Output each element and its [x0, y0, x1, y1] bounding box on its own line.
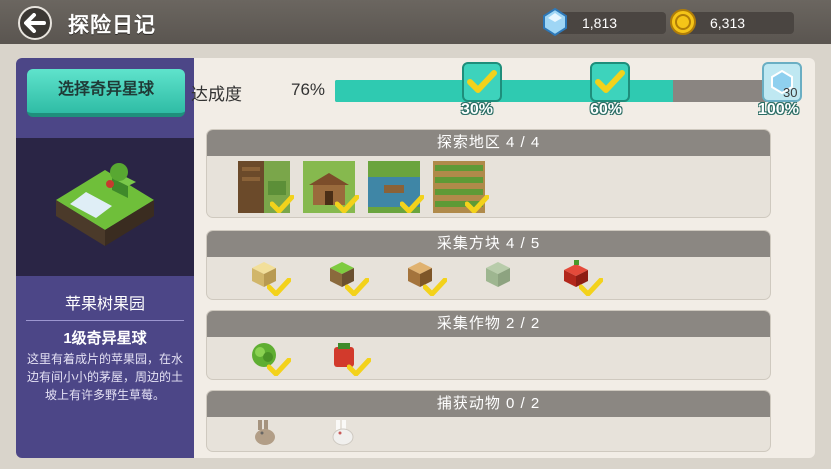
top-bar: 探险日记 1,813 6,313 [0, 0, 831, 44]
select-planet-button[interactable]: 选择奇异星球 [27, 69, 185, 117]
check-icon [595, 70, 625, 93]
progress-bar [335, 80, 780, 102]
milestone-60[interactable] [590, 62, 630, 102]
section-title: 采集作物 2 / 2 [207, 311, 770, 337]
planet-name: 苹果树果园 [64, 296, 145, 313]
check-icon [270, 195, 294, 213]
section-title: 探索地区 4 / 4 [207, 130, 770, 156]
check-icon [579, 278, 603, 296]
milestone-100-reward-count: 30 [783, 85, 798, 100]
progress-label: 达成度 [191, 85, 242, 104]
progress-value: 76% [291, 80, 326, 99]
milestone-60-label: 60% [590, 101, 623, 118]
coin-count: 6,313 [710, 15, 746, 31]
section-title: 捕获动物 0 / 2 [207, 391, 770, 417]
coin-counter: 6,313 [670, 9, 794, 35]
check-icon [267, 358, 291, 376]
planet-level: 1级奇异星球 [63, 330, 147, 347]
milestone-100-label: 100% [758, 101, 799, 118]
coin-icon [670, 9, 696, 35]
diamond-count: 1,813 [582, 15, 618, 31]
back-button[interactable] [18, 6, 52, 40]
moss-block-item[interactable] [484, 260, 512, 293]
check-icon [335, 195, 359, 213]
check-icon [467, 70, 497, 93]
check-icon [423, 278, 447, 296]
check-icon [345, 278, 369, 296]
planet-island-icon [56, 163, 154, 246]
white-rabbit-item[interactable] [328, 418, 358, 453]
planet-sidebar: 选择奇异星球 苹果树果园 1级奇异星球 这里有着成片的苹果园，在水边有间小小的茅… [16, 58, 194, 458]
section-title: 采集方块 4 / 5 [207, 231, 770, 257]
arrow-left-icon [24, 13, 46, 33]
diamond-icon [543, 7, 567, 37]
milestone-30[interactable] [462, 62, 502, 102]
milestone-30-label: 30% [461, 101, 494, 118]
check-icon [400, 195, 424, 213]
divider [26, 320, 184, 321]
planet-description: 这里有着成片的苹果园，在水边有间小小的茅屋，周边的土坡上有许多野生草莓。 [26, 352, 183, 402]
check-icon [267, 278, 291, 296]
brown-rabbit-item[interactable] [250, 418, 280, 453]
diamond-counter: 1,813 [543, 7, 666, 37]
planet-preview [16, 138, 194, 276]
page-title: 探险日记 [68, 14, 156, 37]
check-icon [347, 358, 371, 376]
section-capture-animals: 捕获动物 0 / 2 [206, 390, 771, 452]
check-icon [465, 195, 489, 213]
